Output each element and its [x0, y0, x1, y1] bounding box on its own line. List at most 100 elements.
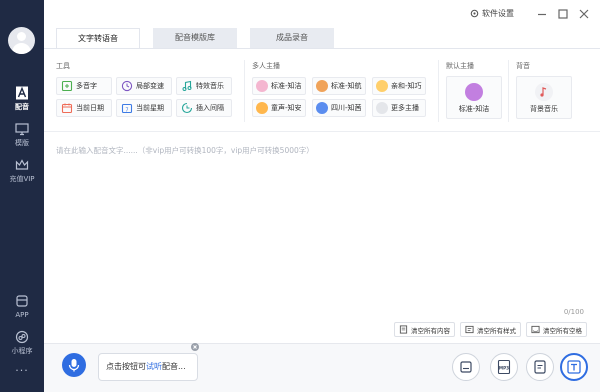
text-a-icon [16, 86, 28, 100]
sidebar-item-app[interactable]: APP [0, 294, 44, 319]
calendar-icon [61, 103, 73, 114]
preview-button[interactable] [452, 353, 480, 381]
music-note-icon [535, 83, 553, 101]
effect-music-button[interactable]: 特效音乐 [176, 77, 232, 95]
tab-template-library[interactable]: 配音模版库 [153, 28, 237, 48]
gear-icon [470, 9, 479, 18]
speaker-zhiqian-button[interactable]: 四川-知茜 [312, 99, 366, 117]
section-divider [508, 60, 509, 122]
avatar-head [17, 32, 26, 41]
speaker-zhiqiao-button[interactable]: 亲和-知巧 [372, 77, 426, 95]
settings-button[interactable]: 软件设置 [470, 8, 514, 19]
note-icon [534, 360, 546, 374]
tip-highlight: 试听 [146, 362, 162, 371]
sidebar-item-template[interactable]: 模版 [0, 122, 44, 148]
bgm-card[interactable]: 背景音乐 [516, 76, 572, 119]
more-speakers-button[interactable]: 更多主播 [372, 99, 426, 117]
speaker-label: 童声-知安 [271, 104, 302, 112]
female-avatar-icon [376, 80, 388, 92]
speaker-zhihang-button[interactable]: 标准-知航 [312, 77, 366, 95]
microphone-icon [68, 359, 80, 372]
svg-text:7: 7 [125, 107, 128, 113]
section-divider [244, 60, 245, 122]
clear-all-spaces-button[interactable]: 清空所有空格 [526, 322, 587, 337]
female-avatar-icon [316, 102, 328, 114]
monitor-icon [15, 123, 29, 136]
tool-label: 当前星期 [136, 104, 164, 112]
default-anchor-name: 标准-知洁 [458, 105, 490, 113]
subtitle-button[interactable] [526, 353, 554, 381]
close-icon[interactable] [577, 7, 591, 21]
tablet-icon [460, 361, 472, 373]
text-t-icon [567, 360, 581, 374]
speaker-label: 更多主播 [391, 104, 419, 112]
current-date-button[interactable]: 当前日期 [56, 99, 112, 117]
sidebar-more-button[interactable]: ··· [0, 364, 44, 377]
section-divider [44, 131, 600, 132]
default-anchor-card[interactable]: 标准-知洁 [446, 76, 502, 119]
speaker-label: 亲和-知巧 [391, 82, 422, 90]
female-avatar-icon [256, 80, 268, 92]
tool-label: 多音字 [76, 82, 97, 90]
tool-label: 当前日期 [76, 104, 104, 112]
speaker-zhian-button[interactable]: 童声-知安 [252, 99, 306, 117]
current-weekday-button[interactable]: 7 当前星期 [116, 99, 172, 117]
speaker-label: 四川-知茜 [331, 104, 362, 112]
default-anchor-label: 默认主播 [446, 62, 474, 70]
clear-button-label: 清空所有内容 [411, 326, 450, 335]
bgm-section-label: 背音 [516, 62, 530, 70]
avatar[interactable] [8, 27, 35, 54]
tool-label: 特效音乐 [196, 82, 224, 90]
microphone-button[interactable] [62, 353, 86, 377]
section-divider [438, 60, 439, 122]
text-mode-button[interactable] [560, 353, 588, 381]
clear-button-label: 清空所有空格 [543, 326, 582, 335]
more-dots-icon: ··· [15, 364, 29, 377]
export-mp3-button[interactable]: MP3 [490, 353, 518, 381]
close-tip-button[interactable] [191, 343, 199, 351]
sidebar-item-label: APP [15, 311, 29, 319]
minimize-icon[interactable] [535, 7, 549, 21]
more-dots-icon [376, 102, 388, 114]
avatar-body [12, 43, 31, 54]
character-counter: 0/100 [563, 308, 584, 316]
female-avatar-icon [465, 83, 483, 101]
tip-prefix: 点击按钮可 [106, 362, 146, 371]
app-icon [16, 295, 28, 307]
close-icon [193, 345, 197, 349]
music-note-icon [182, 80, 192, 91]
interval-icon [181, 102, 193, 114]
speaker-label: 标准-知洁 [271, 82, 302, 90]
maximize-icon[interactable] [556, 7, 570, 21]
multi-anchor-label: 多人主播 [252, 62, 280, 70]
bgm-name: 背景音乐 [530, 105, 558, 113]
style-icon [465, 325, 474, 334]
sidebar-item-label: 模版 [15, 139, 29, 147]
sidebar-item-vip[interactable]: 充值VIP [0, 158, 44, 184]
partial-speed-button[interactable]: 局部变速 [116, 77, 172, 95]
tab-finished-recordings[interactable]: 成品录音 [250, 28, 334, 48]
child-avatar-icon [256, 102, 268, 114]
clear-button-label: 清空所有样式 [477, 326, 516, 335]
tool-label: 插入间隔 [196, 104, 224, 112]
tip-suffix: 配音... [162, 362, 186, 371]
text-input-placeholder[interactable]: 请在此输入配音文字......（非vip用户可转换100字，vip用户可转换50… [56, 145, 314, 156]
speaker-zhijie-button[interactable]: 标准-知洁 [252, 77, 306, 95]
space-icon [531, 325, 540, 334]
insert-interval-button[interactable]: 插入间隔 [176, 99, 232, 117]
polyphone-button[interactable]: 多音字 [56, 77, 112, 95]
settings-label: 软件设置 [482, 9, 514, 18]
miniprogram-icon [15, 330, 29, 344]
sidebar-item-label: 充值VIP [9, 175, 35, 183]
sidebar-item-miniprogram[interactable]: 小程序 [0, 330, 44, 356]
sidebar-item-dubbing[interactable]: 配音 [0, 86, 44, 112]
tools-section-label: 工具 [56, 62, 70, 70]
titlebar: 软件设置 [44, 0, 600, 28]
clear-all-styles-button[interactable]: 清空所有样式 [460, 322, 521, 337]
polyphone-icon [61, 80, 73, 92]
main-tabs: 文字转语音 配音模版库 成品录音 [56, 28, 347, 48]
clock-icon [121, 80, 133, 92]
sidebar-item-label: 配音 [15, 103, 29, 111]
tab-text-to-speech[interactable]: 文字转语音 [56, 28, 140, 48]
clear-all-content-button[interactable]: 清空所有内容 [394, 322, 455, 337]
